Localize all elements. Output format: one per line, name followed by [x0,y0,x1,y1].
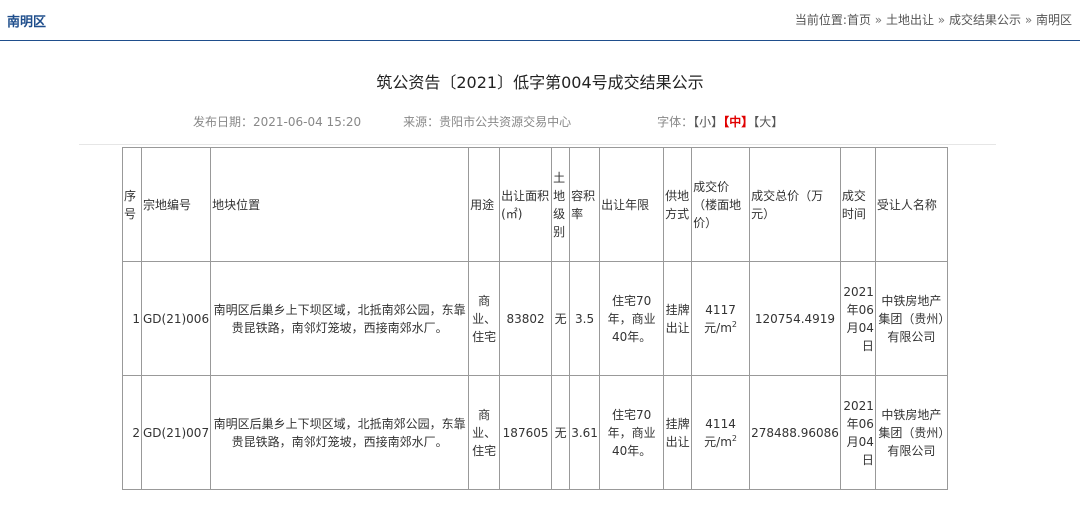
cell-location: 南明区后巢乡上下坝区域，北抵南郊公园，东靠贵昆铁路，南邻灯笼坡，西接南郊水厂。 [210,261,470,376]
region-title: 南明区 [7,15,47,30]
header-cell: 受让人名称 [874,147,948,262]
cell-total: 120754.4919 [749,261,841,376]
price-value: 4114 [705,416,736,431]
cell-method: 挂牌出让 [663,261,693,376]
cell-price: 4114 元/m2 [691,375,751,490]
header-cell: 出让年限 [599,147,665,262]
cell-no: 1 [122,261,142,376]
cell-price: 4117 元/m2 [691,261,751,376]
article-title: 筑公资告〔2021〕低字第004号成交结果公示 [376,73,704,92]
breadcrumb-land-transfer[interactable]: 土地出让 [886,13,934,27]
header-cell: 成交总价（万元） [749,147,841,262]
table-row: 1 GD(21)006 南明区后巢乡上下坝区域，北抵南郊公园，东靠贵昆铁路，南邻… [122,261,948,376]
cell-total: 278488.96086 [749,375,841,490]
price-value: 4117 [705,302,736,317]
cell-parcel-code: GD(21)007 [140,375,212,490]
price-unit: 元/m [704,434,732,449]
breadcrumb: 当前位置:首页 » 土地出让 » 成交结果公示 » 南明区 [795,11,1072,28]
font-size-medium-button[interactable]: 【中】 [723,115,753,129]
cell-grade: 无 [551,375,571,490]
header-cell: 供地方式 [663,147,693,262]
breadcrumb-separator: » [1024,13,1033,27]
header-cell: 成交时间 [839,147,876,262]
cell-use: 商业、住宅 [468,375,501,490]
cell-buyer: 中铁房地产集团（贵州）有限公司 [874,375,948,490]
table-header-row: 序号 宗地编号 地块位置 用途 出让面积(㎡) 土地级别 容积率 出让年限 供地… [122,147,948,262]
cell-location: 南明区后巢乡上下坝区域，北抵南郊公园，东靠贵昆铁路，南邻灯笼坡，西接南郊水厂。 [210,375,470,490]
cell-buyer: 中铁房地产集团（贵州）有限公司 [874,261,948,376]
header-cell: 用途 [468,147,501,262]
breadcrumb-nanming[interactable]: 南明区 [1036,13,1072,27]
cell-no: 2 [122,375,142,490]
cell-area: 83802 [499,261,553,376]
cell-parcel-code: GD(21)006 [140,261,212,376]
breadcrumb-results[interactable]: 成交结果公示 [949,13,1021,27]
article-meta: 发布日期：2021-06-04 15:20 来源：贵阳市公共资源交易中心 字体：【小… [193,113,783,130]
cell-method: 挂牌出让 [663,375,693,490]
cell-use: 商业、住宅 [468,261,501,376]
font-size-large-button[interactable]: 【大】 [753,115,783,129]
cell-area: 187605 [499,375,553,490]
cell-far: 3.5 [569,261,601,376]
price-unit: 元/m [704,320,732,335]
header-cell: 土地级别 [551,147,571,262]
header-cell: 序号 [122,147,142,262]
header-cell: 出让面积(㎡) [499,147,553,262]
font-size-label: 字体： [657,115,694,129]
publish-date: 发布日期：2021-06-04 15:20 [193,115,362,129]
top-bar: 南明区 当前位置:首页 » 土地出让 » 成交结果公示 » 南明区 [0,0,1080,41]
cell-date: 2021年06月04日 [839,261,876,376]
font-size-small-button[interactable]: 【小】 [693,115,723,129]
breadcrumb-prefix: 当前位置: [794,13,847,27]
cell-term: 住宅70年，商业40年。 [599,261,665,376]
header-cell: 地块位置 [210,147,470,262]
cell-grade: 无 [551,261,571,376]
breadcrumb-separator: » [937,13,946,27]
article-source: 来源：贵阳市公共资源交易中心 [403,115,572,129]
cell-far: 3.61 [569,375,601,490]
header-cell: 宗地编号 [140,147,212,262]
cell-date: 2021年06月04日 [839,375,876,490]
header-cell: 容积率 [569,147,601,262]
divider [79,144,996,145]
breadcrumb-separator: » [874,13,883,27]
cell-term: 住宅70年，商业40年。 [599,375,665,490]
header-cell: 成交价（楼面地价） [691,147,751,262]
result-table: 序号 宗地编号 地块位置 用途 出让面积(㎡) 土地级别 容积率 出让年限 供地… [122,147,948,490]
breadcrumb-home[interactable]: 首页 [847,13,871,27]
table-row: 2 GD(21)007 南明区后巢乡上下坝区域，北抵南郊公园，东靠贵昆铁路，南邻… [122,375,948,490]
